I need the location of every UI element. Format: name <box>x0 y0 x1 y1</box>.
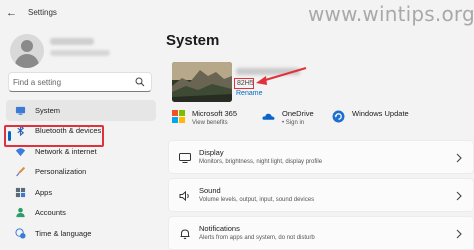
brush-icon <box>14 166 26 178</box>
clock-globe-icon <box>14 227 26 239</box>
user-name-blurred <box>50 38 94 45</box>
system-icon <box>14 104 26 116</box>
quick-sub: View benefits <box>192 120 228 126</box>
sidebar-item-accounts[interactable]: Accounts <box>6 203 156 224</box>
apps-icon <box>14 186 26 198</box>
annotation-highlight-system <box>4 125 104 147</box>
sidebar-item-time-language[interactable]: Time & language <box>6 223 156 244</box>
avatar-head <box>21 40 33 52</box>
onedrive-icon <box>262 113 275 120</box>
search-input[interactable] <box>13 73 133 91</box>
person-icon <box>14 207 26 219</box>
sidebar-item-label: Apps <box>35 187 53 197</box>
main-content: System 82H5 Rename Microsoft 365 View be… <box>160 26 474 250</box>
sidebar-item-label: Personalization <box>35 167 87 177</box>
quick-title: Windows Update <box>352 109 409 118</box>
microsoft-365-card[interactable]: Microsoft 365 View benefits <box>172 106 264 132</box>
watermark: www.wintips.org <box>308 2 474 26</box>
landscape-image <box>172 62 232 102</box>
card-subtitle: Alerts from apps and system, do not dist… <box>199 235 315 241</box>
sidebar-nav: System Bluetooth & devices Network & int… <box>6 100 156 244</box>
sound-card[interactable]: Sound Volume levels, output, input, soun… <box>168 178 474 212</box>
card-title: Sound <box>199 186 221 195</box>
card-title: Display <box>199 148 224 157</box>
microsoft-365-icon <box>172 110 185 123</box>
card-title: Notifications <box>199 224 240 233</box>
settings-window: ← Settings www.wintips.org System <box>0 0 474 250</box>
device-model: 82H5 <box>237 80 254 87</box>
quick-sub: • Sign in <box>282 120 305 126</box>
device-thumbnail <box>172 62 232 102</box>
page-title: System <box>166 32 220 49</box>
quick-title: OneDrive <box>282 109 314 118</box>
sound-icon <box>179 190 189 202</box>
sidebar-item-label: Network & internet <box>35 146 97 156</box>
quick-title: Microsoft 365 <box>192 109 238 118</box>
rename-link[interactable]: Rename <box>236 90 262 97</box>
back-button[interactable]: ← <box>6 7 20 19</box>
chevron-right-icon <box>456 191 462 201</box>
windows-update-icon <box>332 110 345 123</box>
display-icon <box>179 153 191 163</box>
annotation-arrow <box>256 66 307 85</box>
chevron-right-icon <box>456 153 462 163</box>
card-subtitle: Monitors, brightness, night light, displ… <box>199 159 323 165</box>
notifications-card[interactable]: Notifications Alerts from apps and syste… <box>168 216 474 250</box>
sidebar-item-label: Time & language <box>35 228 92 238</box>
onedrive-card[interactable]: OneDrive • Sign in <box>262 106 332 132</box>
sidebar-item-apps[interactable]: Apps <box>6 182 156 203</box>
chevron-right-icon <box>456 229 462 239</box>
sidebar-item-label: Accounts <box>35 208 66 218</box>
sidebar-item-personalization[interactable]: Personalization <box>6 162 156 183</box>
avatar-body <box>15 54 39 68</box>
search-box[interactable] <box>8 72 152 92</box>
card-subtitle: Volume levels, output, input, sound devi… <box>199 197 315 203</box>
search-icon[interactable] <box>135 77 145 87</box>
app-title: Settings <box>28 8 57 17</box>
display-card[interactable]: Display Monitors, brightness, night ligh… <box>168 140 474 174</box>
settings-list: Display Monitors, brightness, night ligh… <box>168 140 474 250</box>
title-bar: ← Settings www.wintips.org <box>0 0 474 26</box>
sidebar: System Bluetooth & devices Network & int… <box>0 26 160 250</box>
sidebar-item-system[interactable]: System <box>6 100 156 121</box>
user-email-blurred <box>50 50 110 56</box>
wifi-icon <box>14 145 26 157</box>
sidebar-item-label: System <box>35 105 61 115</box>
avatar[interactable] <box>10 34 44 68</box>
bell-icon <box>180 229 190 240</box>
quick-links: Microsoft 365 View benefits OneDrive • S… <box>168 106 474 132</box>
windows-update-card[interactable]: Windows Update <box>332 106 442 132</box>
